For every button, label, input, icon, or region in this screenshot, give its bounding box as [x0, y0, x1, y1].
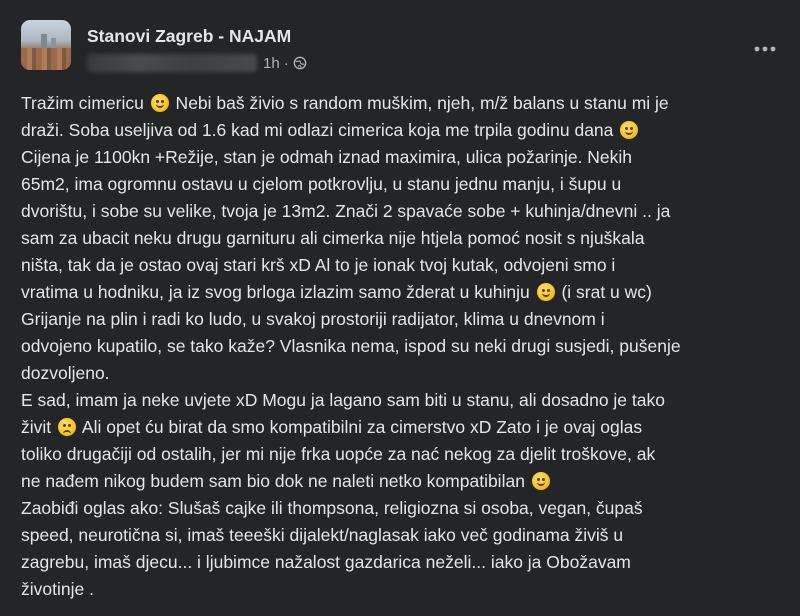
- author-name-blurred[interactable]: [87, 54, 257, 72]
- post-text-line: odvojeno kupatilo, se tako kaže? Vlasnik…: [21, 333, 791, 360]
- post-text-line: E sad, imam ja neke uvjete xD Mogu ja la…: [21, 387, 791, 414]
- post-text-line: draži. Soba useljiva od 1.6 kad mi odlaz…: [21, 117, 791, 144]
- group-name-link[interactable]: Stanovi Zagreb - NAJAM: [87, 26, 291, 47]
- post-text-line: Grijanje na plin i radi ko ludo, u svako…: [21, 306, 791, 333]
- post-text-line: ne nađem nikog budem sam bio dok ne nale…: [21, 468, 791, 495]
- grin-sweat-emoji: [150, 94, 169, 112]
- post-header: Stanovi Zagreb - NAJAM 1h ·: [21, 20, 800, 76]
- post-text-line: 65m2, ima ogromnu ostavu u cjelom potkro…: [21, 171, 791, 198]
- post-text-segment: draži. Soba useljiva od 1.6 kad mi odlaz…: [21, 120, 619, 140]
- group-avatar[interactable]: [21, 20, 71, 70]
- post-text-segment: E sad, imam ja neke uvjete xD Mogu ja la…: [21, 390, 665, 410]
- post-text-segment: Nebi baš živio s random muškim, njeh, m/…: [170, 93, 669, 113]
- avatar-roofs-shape: [21, 48, 71, 70]
- relieved-emoji: [620, 121, 639, 139]
- post-card: Stanovi Zagreb - NAJAM 1h · Tražim cimer…: [0, 0, 800, 616]
- post-text-line: Zaobiđi oglas ako: Slušaš cajke ili thom…: [21, 495, 791, 522]
- post-text-segment: Grijanje na plin i radi ko ludo, u svako…: [21, 309, 605, 329]
- post-text-segment: odvojeno kupatilo, se tako kaže? Vlasnik…: [21, 336, 681, 356]
- post-text-line: zagrebu, imaš djecu... i ljubimce nažalo…: [21, 549, 791, 576]
- post-text-line: živit Ali opet ću birat da smo kompatibi…: [21, 414, 791, 441]
- post-text-segment: sam za ubacit neku drugu garnituru ali c…: [21, 228, 645, 248]
- post-text-segment: zagrebu, imaš djecu... i ljubimce nažalo…: [21, 552, 631, 572]
- post-text-segment: vratima u hodniku, ja iz svog brloga izl…: [21, 282, 535, 302]
- post-text-segment: speed, neurotična si, imaš teeeški dijal…: [21, 525, 624, 545]
- smirk-emoji: [531, 472, 550, 490]
- post-text-segment: Cijena je 1100kn +Režije, stan je odmah …: [21, 147, 633, 167]
- post-text-line: speed, neurotična si, imaš teeeški dijal…: [21, 522, 791, 549]
- post-text-segment: Zaobiđi oglas ako: Slušaš cajke ili thom…: [21, 498, 643, 518]
- post-text-segment: dvorištu, i sobe su velike, tvoja je 13m…: [21, 201, 671, 221]
- post-text-segment: živit: [21, 417, 56, 437]
- post-text-line: sam za ubacit neku drugu garnituru ali c…: [21, 225, 791, 252]
- post-text-segment: toliko drugačiji od ostalih, jer mi nije…: [21, 444, 656, 464]
- post-text-segment: dozvoljeno.: [21, 363, 110, 383]
- post-text-segment: (i srat u wc): [556, 282, 652, 302]
- post-text-line: Cijena je 1100kn +Režije, stan je odmah …: [21, 144, 791, 171]
- post-text-line: toliko drugačiji od ostalih, jer mi nije…: [21, 441, 791, 468]
- post-text-line: dvorištu, i sobe su velike, tvoja je 13m…: [21, 198, 791, 225]
- post-text-segment: ne nađem nikog budem sam bio dok ne nale…: [21, 471, 530, 491]
- post-text-segment: ništa, tak da je ostao ovaj stari krš xD…: [21, 255, 616, 275]
- sad-emoji: [58, 418, 76, 436]
- post-text-line: Tražim cimericu Nebi baš živio s random …: [21, 90, 791, 117]
- post-text-line: dozvoljeno.: [21, 360, 791, 387]
- post-text-segment: Ali opet ću birat da smo kompatibilni za…: [78, 417, 643, 437]
- post-text-line: ništa, tak da je ostao ovaj stari krš xD…: [21, 252, 791, 279]
- globe-icon[interactable]: [293, 56, 307, 70]
- post-text-segment: 65m2, ima ogromnu ostavu u cjelom potkro…: [21, 174, 622, 194]
- more-options-icon[interactable]: [752, 36, 778, 62]
- post-text-line: vratima u hodniku, ja iz svog brloga izl…: [21, 279, 791, 306]
- post-body: Tražim cimericu Nebi baš živio s random …: [21, 90, 791, 603]
- post-text-segment: životinje .: [21, 579, 94, 599]
- meta-separator: ·: [283, 54, 289, 72]
- smirk-emoji: [536, 283, 555, 301]
- post-text-segment: Tražim cimericu: [21, 93, 149, 113]
- post-timestamp[interactable]: 1h: [263, 55, 280, 72]
- post-text-line: životinje .: [21, 576, 791, 603]
- post-meta: 1h ·: [87, 52, 307, 74]
